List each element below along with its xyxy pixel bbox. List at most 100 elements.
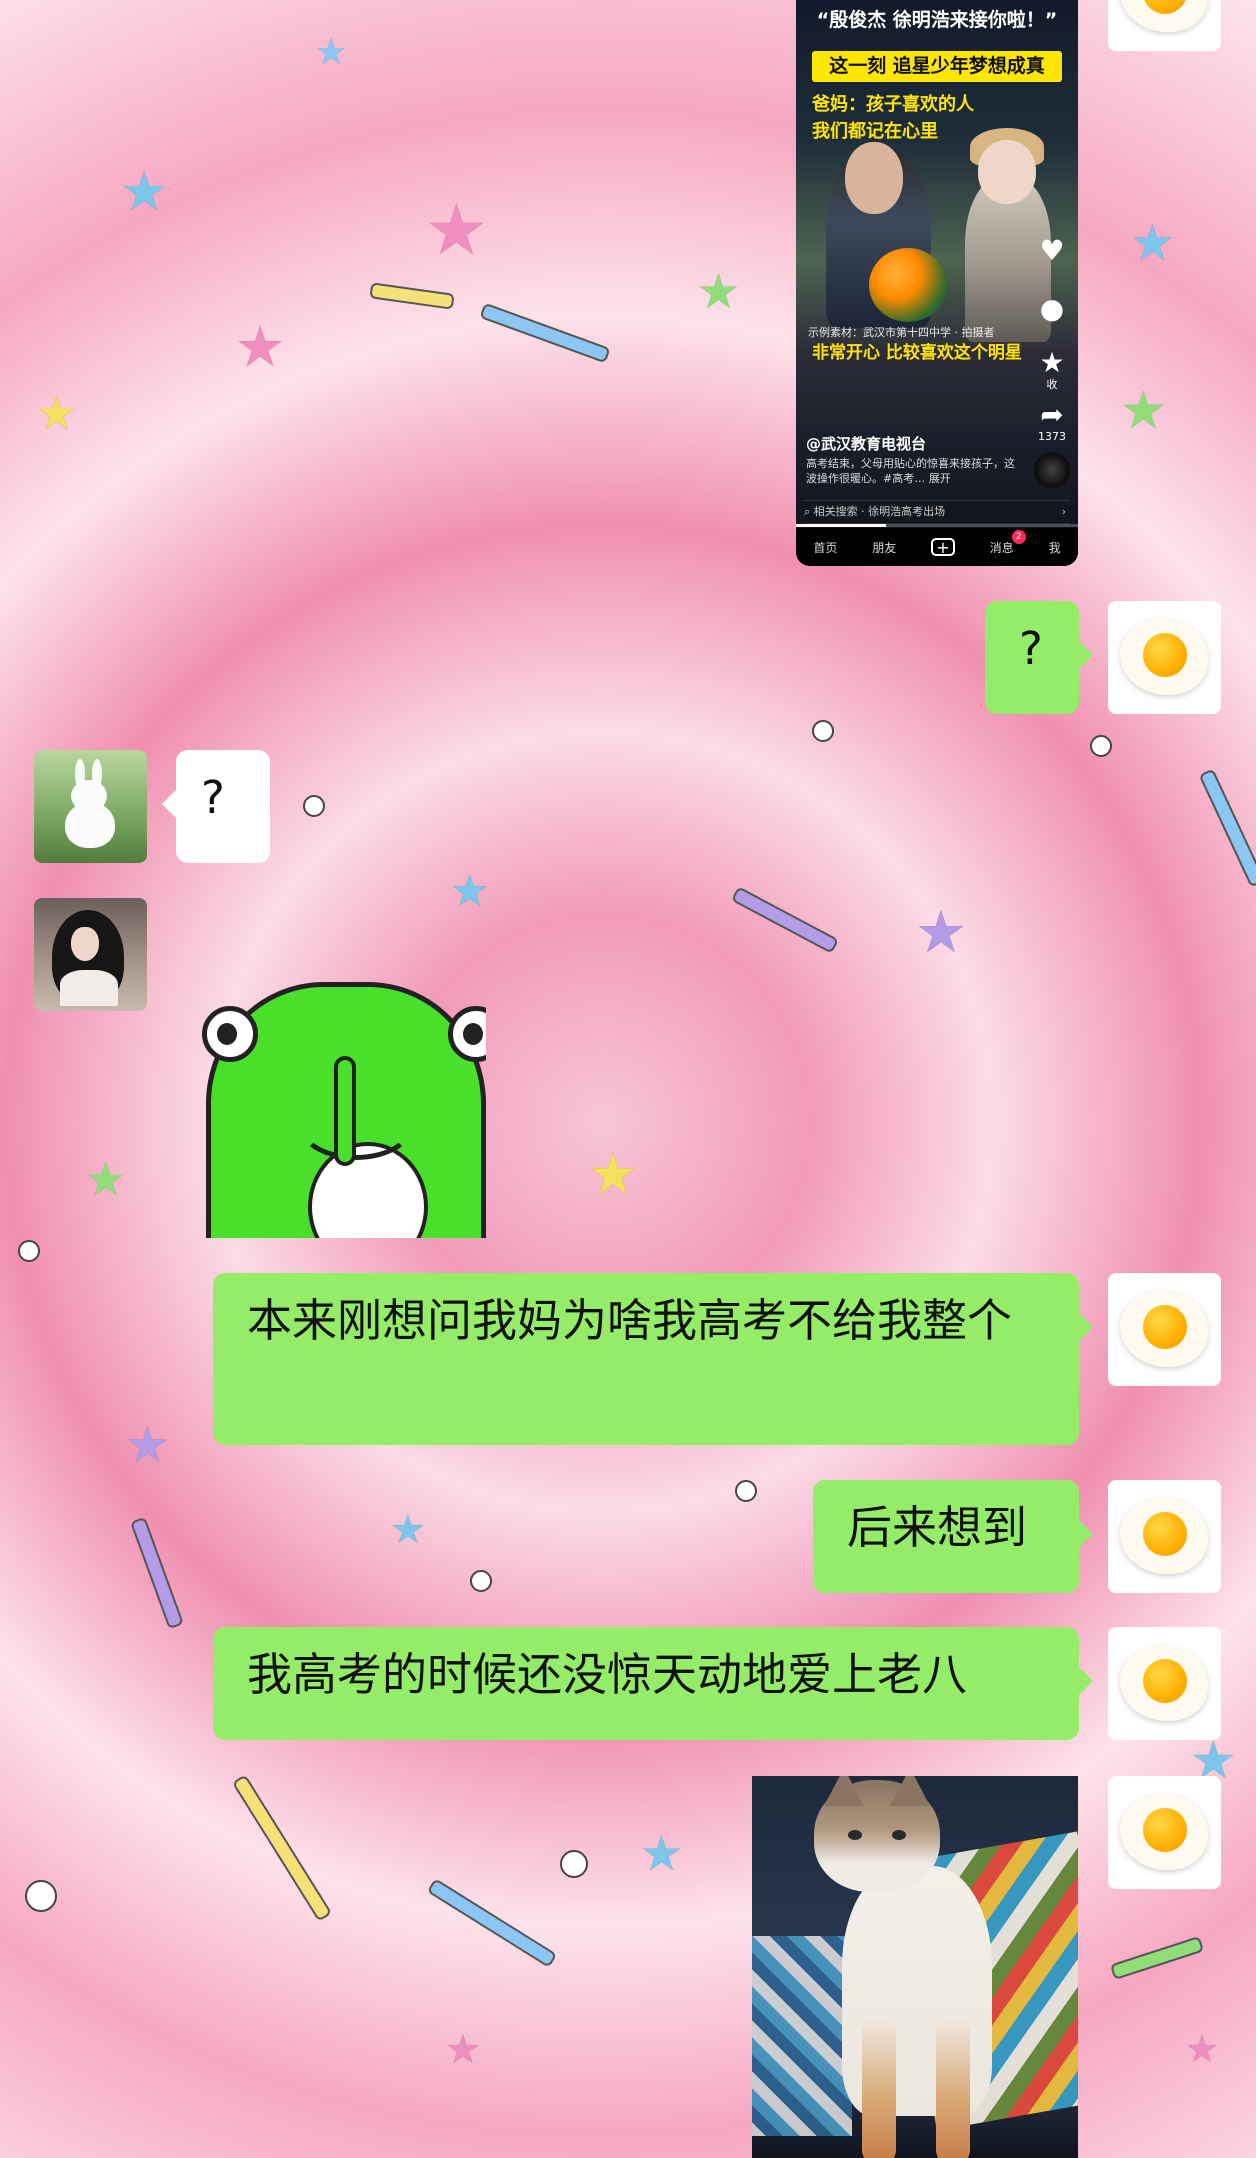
star-decoration: ★ (425, 189, 488, 271)
bunny-body (65, 802, 115, 848)
dot-decoration (560, 1850, 588, 1878)
star-decoration: ★ (85, 1152, 127, 1206)
cat-photo[interactable] (752, 1776, 1078, 2158)
message-text: 本来刚想问我妈为啥我高考不给我整个 (247, 1294, 1013, 1347)
my-avatar[interactable] (1108, 1273, 1221, 1386)
message-text: ? (201, 771, 225, 824)
video-flowers (869, 248, 947, 322)
dot-decoration (1090, 735, 1112, 757)
egg-yolk (1143, 1659, 1187, 1703)
egg-yolk (1143, 1512, 1187, 1556)
frog-eye (202, 1006, 258, 1062)
my-avatar[interactable] (1108, 1480, 1221, 1593)
star-decoration: ★ (450, 866, 490, 917)
video-description: 高考结束，父母用贴心的惊喜来接孩子，这波操作很暖心。#高考… 展开 (806, 457, 1015, 485)
cat-eye (892, 1830, 906, 1840)
contact-avatar-bunny[interactable] (34, 750, 147, 863)
my-avatar[interactable] (1108, 0, 1221, 51)
video-source: 示例素材：武汉市第十四中学 · 拍摄者 (808, 326, 995, 339)
cat-photo-blanket-left (752, 1936, 852, 2136)
egg-yolk (1143, 1808, 1187, 1852)
heart-icon: ♥ (1039, 234, 1065, 267)
dot-decoration (18, 1240, 40, 1262)
star-icon: ★ (1039, 346, 1065, 379)
video-author[interactable]: @武汉教育电视台 (806, 434, 926, 454)
video-person-left-face (845, 142, 903, 214)
shared-video-card[interactable]: “殷俊杰 徐明浩来接你啦！” 这一刻 追星少年梦想成真 爸妈：孩子喜欢的人 我们… (796, 0, 1078, 566)
star-decoration: ★ (235, 315, 286, 380)
video-caption-line: 我们都记在心里 (812, 121, 938, 142)
my-avatar[interactable] (1108, 1776, 1221, 1889)
star-decoration: ★ (697, 264, 741, 320)
stick-decoration (369, 282, 455, 310)
stick-decoration (730, 886, 840, 954)
my-avatar[interactable] (1108, 1627, 1221, 1740)
video-person-right-face (978, 140, 1036, 204)
share-icon: ➦ (1040, 398, 1064, 431)
tab-friends[interactable]: 朋友 (872, 539, 896, 556)
dot-decoration (25, 1880, 57, 1912)
frog-arm (296, 1084, 416, 1160)
share-button[interactable]: ➦ 1373 (1034, 398, 1070, 444)
video-caption: 爸妈：孩子喜欢的人 我们都记在心里 (812, 91, 974, 145)
dot-decoration (812, 720, 834, 742)
comment-icon: ● (1039, 292, 1065, 325)
comment-button[interactable]: ● (1034, 294, 1070, 324)
star-decoration: ★ (915, 898, 967, 966)
video-caption-line: 爸妈：孩子喜欢的人 (812, 94, 974, 115)
message-text: ? (1019, 622, 1043, 675)
girl-shoulder (60, 970, 118, 1006)
cat-leg (862, 2016, 896, 2158)
tab-me[interactable]: 我 (1049, 539, 1061, 556)
message-bubble-received[interactable]: ? (162, 750, 270, 863)
star-decoration: ★ (1120, 381, 1167, 441)
video-progress-track (796, 524, 1078, 527)
message-bubble-sent[interactable]: ? (985, 601, 1093, 714)
related-search-text: 相关搜索 · 徐明浩高考出场 (813, 505, 946, 518)
cat-ear (890, 1776, 930, 1806)
messages-badge: 2 (1011, 529, 1026, 544)
cat-ear (824, 1776, 864, 1806)
star-decoration: ★ (587, 1140, 639, 1208)
star-decoration: ★ (125, 1416, 170, 1474)
search-icon: ⌕ (804, 505, 811, 518)
tab-create[interactable]: + (930, 538, 955, 556)
favorite-count: 收 (1046, 378, 1058, 391)
frog-finger (334, 1056, 356, 1166)
contact-avatar-girl[interactable] (34, 898, 147, 1011)
frog-sticker[interactable] (196, 962, 486, 1238)
stick-decoration (479, 302, 611, 364)
stick-decoration (231, 1774, 333, 1922)
share-count: 1373 (1038, 430, 1066, 443)
like-button[interactable]: ♥ (1034, 236, 1070, 266)
dot-decoration (303, 795, 325, 817)
tab-messages[interactable]: 消息 2 (989, 529, 1026, 556)
dot-decoration (735, 1480, 757, 1502)
egg-yolk (1143, 1305, 1187, 1349)
star-decoration: ★ (390, 1507, 426, 1553)
tab-home[interactable]: 首页 (813, 539, 837, 556)
message-bubble-sent[interactable]: 后来想到 (813, 1480, 1093, 1593)
favorite-button[interactable]: ★ 收 (1034, 346, 1070, 392)
star-decoration: ★ (640, 1826, 684, 1882)
stick-decoration (426, 1878, 558, 1968)
stick-decoration (129, 1516, 185, 1630)
cat-leg (936, 2016, 970, 2158)
tab-messages-label: 消息 (989, 540, 1014, 555)
stick-decoration (1109, 1935, 1205, 1981)
related-search-bar[interactable]: ⌕ 相关搜索 · 徐明浩高考出场 › (804, 500, 1070, 524)
star-decoration: ★ (1130, 214, 1175, 272)
stick-decoration (1198, 768, 1256, 888)
star-decoration: ★ (315, 32, 348, 73)
my-avatar[interactable] (1108, 601, 1221, 714)
message-bubble-sent[interactable]: 我高考的时候还没惊天动地爱上老八 (213, 1627, 1093, 1740)
dot-decoration (470, 1570, 492, 1592)
chevron-right-icon: › (1061, 505, 1066, 518)
egg-yolk (1143, 633, 1187, 677)
music-disc-icon[interactable] (1034, 452, 1070, 488)
message-bubble-sent[interactable]: 本来刚想问我妈为啥我高考不给我整个 (213, 1273, 1093, 1445)
star-decoration: ★ (1185, 2027, 1220, 2071)
star-decoration: ★ (120, 160, 169, 223)
video-progress-fill (796, 524, 887, 527)
cat-head (814, 1776, 940, 1892)
